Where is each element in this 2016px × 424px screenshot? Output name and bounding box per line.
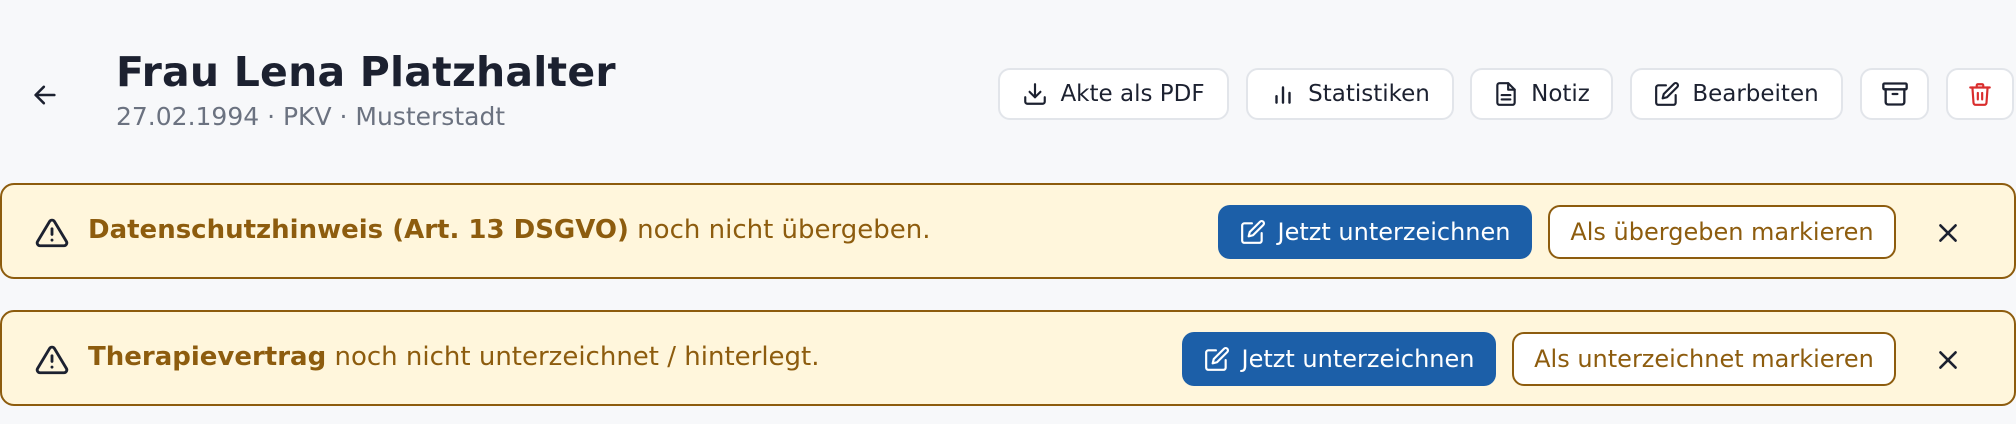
bar-chart-icon [1275, 86, 1291, 104]
warning-triangle-icon [34, 342, 70, 378]
arrow-left-icon [34, 85, 56, 105]
statistics-button[interactable]: Statistiken [1246, 68, 1454, 120]
statistics-label: Statistiken [1308, 81, 1430, 107]
archive-icon [1881, 82, 1908, 106]
patient-meta: 27.02.1994 · PKV · Musterstadt [116, 102, 506, 131]
edit-label: Bearbeiten [1692, 81, 1819, 107]
patient-name: Frau Lena Platzhalter [116, 48, 616, 96]
edit-icon [1204, 347, 1229, 371]
alert-therapy-contract: Therapievertrag noch nicht unterzeichnet… [0, 310, 2016, 406]
mark-handed-over-label: Als übergeben markieren [1570, 218, 1874, 246]
alert-description: noch nicht übergeben. [628, 215, 931, 245]
download-icon [1024, 83, 1047, 105]
alert-description: noch nicht unterzeichnet / hinterlegt. [326, 342, 820, 372]
archive-button[interactable] [1860, 68, 1929, 120]
note-label: Notiz [1531, 81, 1590, 107]
close-icon [1939, 224, 1957, 242]
file-text-icon [1496, 82, 1516, 106]
back-button[interactable] [24, 74, 66, 116]
alert-message: Datenschutzhinweis (Art. 13 DSGVO) noch … [88, 215, 931, 245]
sign-now-label: Jetzt unterzeichnen [1241, 345, 1475, 373]
patient-page: Frau Lena Platzhalter 27.02.1994 · PKV ·… [0, 0, 2016, 424]
edit-icon [1655, 82, 1680, 106]
sign-now-button[interactable]: Jetzt unterzeichnen [1218, 205, 1532, 259]
edit-button[interactable]: Bearbeiten [1630, 68, 1843, 120]
note-button[interactable]: Notiz [1470, 68, 1613, 120]
trash-icon [1969, 83, 1991, 106]
export-pdf-label: Akte als PDF [1060, 81, 1205, 107]
sign-now-button[interactable]: Jetzt unterzeichnen [1182, 332, 1496, 386]
edit-icon [1240, 220, 1265, 244]
mark-handed-over-button[interactable]: Als übergeben markieren [1548, 205, 1896, 259]
delete-button[interactable] [1946, 68, 2014, 120]
export-pdf-button[interactable]: Akte als PDF [998, 68, 1229, 120]
alert-privacy-notice: Datenschutzhinweis (Art. 13 DSGVO) noch … [0, 183, 2016, 279]
dismiss-alert-button[interactable] [1928, 340, 1968, 380]
warning-triangle-icon [34, 215, 70, 251]
mark-signed-label: Als unterzeichnet markieren [1534, 345, 1874, 373]
close-icon [1939, 351, 1957, 369]
sign-now-label: Jetzt unterzeichnen [1277, 218, 1511, 246]
alert-title: Therapievertrag [88, 342, 327, 372]
patient-header: Frau Lena Platzhalter 27.02.1994 · PKV ·… [0, 0, 2016, 180]
alert-title: Datenschutzhinweis (Art. 13 DSGVO) [88, 215, 629, 245]
mark-signed-button[interactable]: Als unterzeichnet markieren [1512, 332, 1896, 386]
alert-message: Therapievertrag noch nicht unterzeichnet… [88, 342, 820, 372]
dismiss-alert-button[interactable] [1928, 213, 1968, 253]
